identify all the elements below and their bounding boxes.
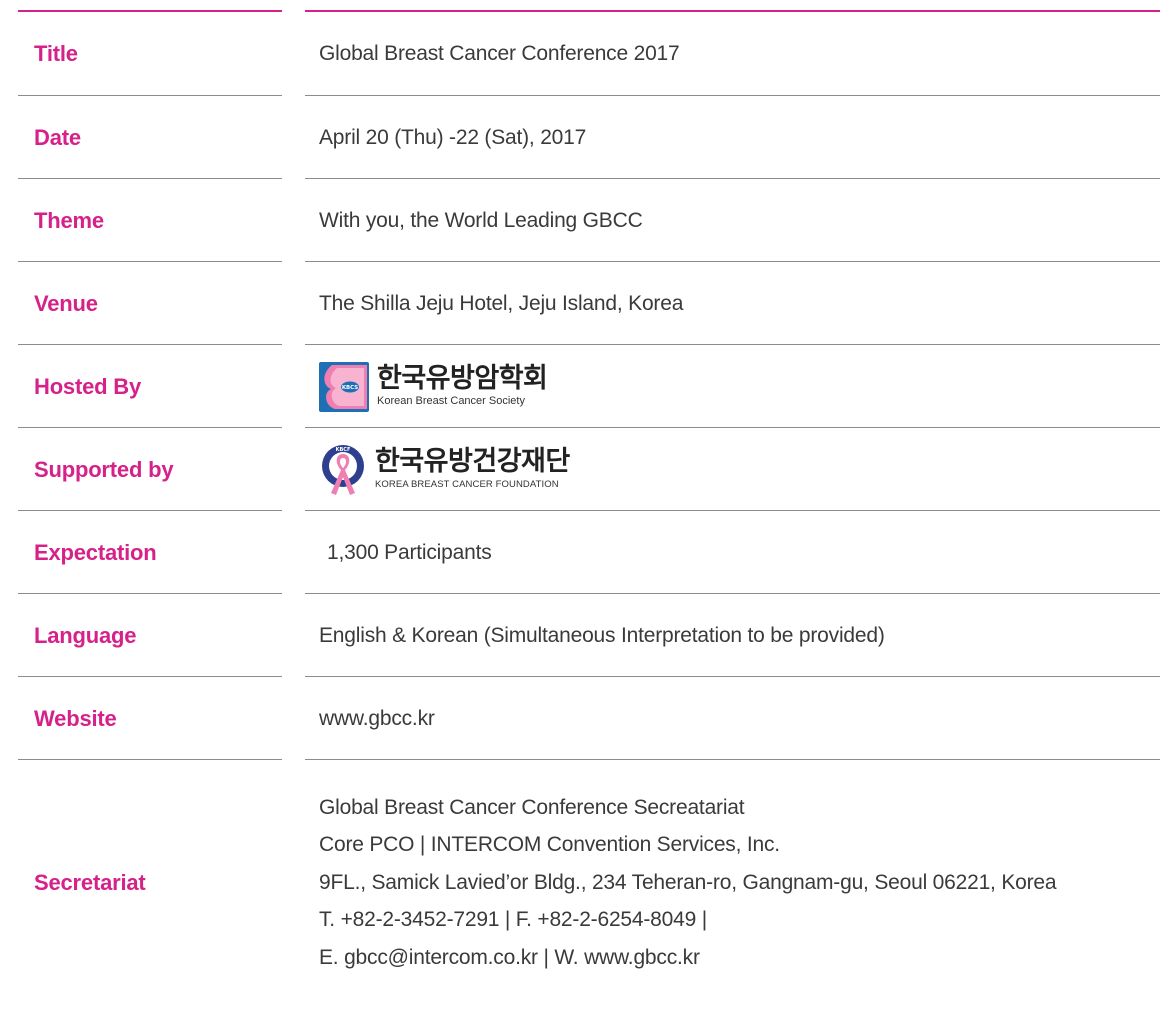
secretariat-line: 9FL., Samick Lavied’or Bldg., 234 Tehera… [319, 870, 1057, 894]
row-value: Global Breast Cancer Conference 2017 [319, 42, 680, 65]
row-venue: Venue The Shilla Jeju Hotel, Jeju Island… [18, 262, 1160, 345]
row-date: Date April 20 (Thu) -22 (Sat), 2017 [18, 96, 1160, 179]
pink-ribbon-emblem-icon: KBCF [322, 444, 364, 495]
kbcf-ring-text: KBCF [336, 447, 351, 453]
kbcf-korean-name: 한국유방건강재단 [375, 446, 570, 477]
row-label: Hosted By [34, 373, 141, 399]
row-value: With you, the World Leading GBCC [319, 208, 643, 232]
secretariat-line: Core PCO | INTERCOM Convention Services,… [319, 833, 780, 857]
row-value: English & Korean (Simultaneous Interpret… [319, 623, 885, 647]
row-label: Expectation [34, 539, 157, 565]
row-label: Website [34, 705, 117, 731]
kbcs-emblem-icon: KBCS [319, 361, 369, 412]
kbcs-korean-name: 한국유방암학회 [377, 363, 548, 394]
row-language: Language English & Korean (Simultaneous … [18, 594, 1160, 677]
row-label: Venue [34, 290, 98, 316]
row-label: Theme [34, 207, 104, 233]
secretariat-details: Global Breast Cancer Conference Secreata… [319, 789, 1057, 977]
kbcs-logo: KBCS 한국유방암학회 Korean Breast Cancer Societ… [319, 361, 548, 412]
secretariat-line: T. +82-2-3452-7291 | F. +82-2-6254-8049 … [319, 908, 707, 932]
row-value: 1,300 Participants [327, 540, 492, 564]
kbcf-logo: KBCF 한국유방건강재단 KOREA BREAST CANCER FOUNDA… [319, 443, 570, 497]
kbcs-english-name: Korean Breast Cancer Society [377, 395, 525, 407]
row-website: Website www.gbcc.kr [18, 677, 1160, 760]
row-expectation: Expectation 1,300 Participants [18, 511, 1160, 594]
row-title: Title Global Breast Cancer Conference 20… [18, 12, 1160, 96]
row-value: April 20 (Thu) -22 (Sat), 2017 [319, 125, 587, 149]
row-label: Language [34, 622, 137, 648]
row-label: Date [34, 124, 81, 150]
row-secretariat: Secretariat Global Breast Cancer Confere… [18, 760, 1160, 1005]
secretariat-contact-line[interactable]: E. gbcc@intercom.co.kr | W. www.gbcc.kr [319, 939, 1056, 977]
row-theme: Theme With you, the World Leading GBCC [18, 179, 1160, 262]
row-label: Title [34, 41, 78, 66]
row-label: Secretariat [34, 869, 146, 895]
row-label: Supported by [34, 456, 174, 482]
row-supported-by: Supported by KBCF 한국유방건강재단 KOREA BREAST … [18, 428, 1160, 511]
event-info-table: Title Global Breast Cancer Conference 20… [18, 10, 1160, 1005]
kbcs-emblem-badge: KBCS [342, 385, 358, 391]
secretariat-line: Global Breast Cancer Conference Secreata… [319, 795, 745, 819]
website-link[interactable]: www.gbcc.kr [319, 707, 435, 731]
row-value: The Shilla Jeju Hotel, Jeju Island, Kore… [319, 291, 684, 315]
kbcf-english-name: KOREA BREAST CANCER FOUNDATION [375, 479, 559, 490]
row-hosted-by: Hosted By KBCS 한국유방암학회 Korean Breast Can… [18, 345, 1160, 428]
